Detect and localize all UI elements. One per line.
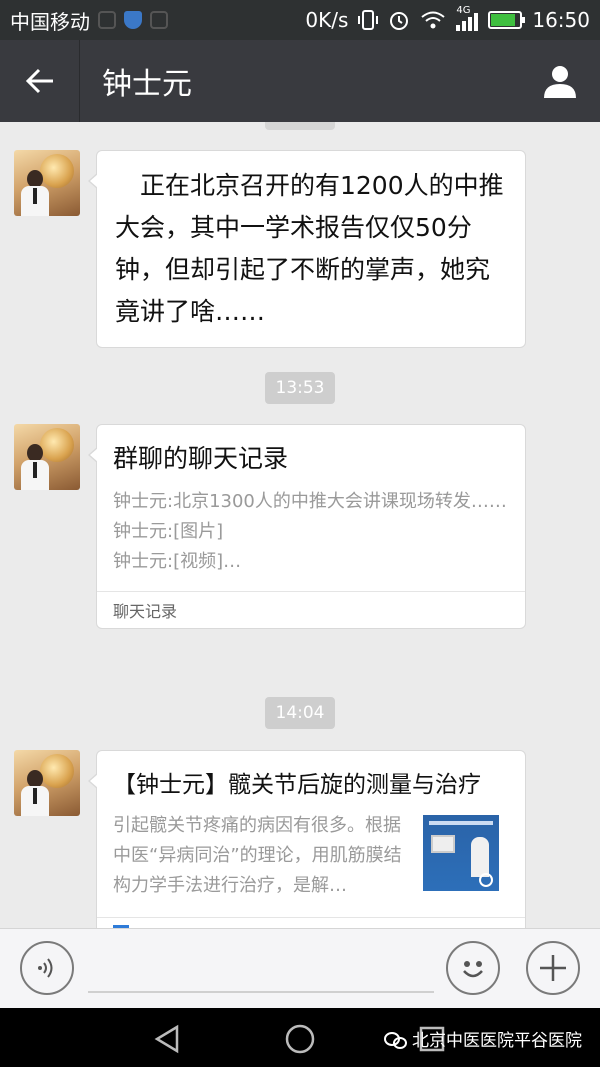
chat-record-preview: 钟士元:北京1300人的中推大会讲课现场转发…… 钟士元:[图片] 钟士元:[视… — [97, 477, 525, 581]
message-text: 正在北京召开的有1200人的中推大会，其中一学术报告仅仅50分钟，但却引起了不断… — [115, 171, 504, 326]
emoji-button[interactable] — [446, 941, 500, 995]
back-button[interactable] — [0, 40, 80, 122]
chat-record-line: 钟士元:[图片] — [113, 521, 224, 542]
chat-info-button[interactable] — [520, 40, 600, 122]
vibrate-icon — [358, 10, 379, 30]
user-profile-icon — [544, 66, 576, 98]
avatar[interactable] — [14, 424, 80, 490]
chat-record-card[interactable]: 群聊的聊天记录 钟士元:北京1300人的中推大会讲课现场转发…… 钟士元:[图片… — [88, 424, 526, 629]
android-back-icon — [154, 1024, 179, 1054]
carrier-name: 中国移动 — [10, 9, 90, 34]
chat-area[interactable]: 正在北京召开的有1200人的中推大会，其中一学术报告仅仅50分钟，但却引起了不断… — [0, 122, 600, 928]
chat-record-footer: 聊天记录 — [97, 591, 525, 628]
watermark-text: 北京中医医院平谷医院 — [412, 1031, 582, 1051]
timestamp: 14:04 — [265, 697, 335, 729]
clock: 16:50 — [532, 8, 590, 32]
android-home-icon — [285, 1024, 315, 1054]
notification-icon — [98, 11, 116, 29]
emoji-icon — [463, 961, 483, 978]
message-bubble[interactable]: 正在北京召开的有1200人的中推大会，其中一学术报告仅仅50分钟，但却引起了不断… — [88, 150, 526, 348]
article-summary: 引起髋关节疼痛的病因有很多。根据中医“异病同治”的理论，用肌筋膜结构力学手法进行… — [113, 815, 402, 896]
back-arrow-icon — [25, 68, 53, 94]
chat-record-line: 钟士元:[视频]… — [113, 551, 242, 572]
system-nav-bar: 北京中医医院平谷医院 — [0, 1008, 600, 1067]
avatar[interactable] — [14, 150, 80, 216]
notification-icon-2 — [150, 11, 168, 29]
article-card[interactable]: 【钟士元】髋关节后旋的测量与治疗 引起髋关节疼痛的病因有很多。根据中医“异病同治… — [88, 750, 526, 928]
timestamp: 13:53 — [265, 372, 335, 404]
chat-record-line: 钟士元:北京1300人的中推大会讲课现场转发…… — [113, 491, 507, 512]
chat-title: 钟士元 — [102, 67, 192, 102]
voice-button[interactable] — [20, 941, 74, 995]
voice-icon — [38, 958, 53, 978]
input-bar — [0, 928, 600, 1008]
alarm-icon — [390, 12, 409, 30]
wifi-icon — [421, 11, 445, 29]
signal-icon: 4G — [456, 5, 479, 31]
message-input[interactable] — [88, 991, 434, 993]
more-button[interactable] — [526, 941, 580, 995]
network-speed: 0K/s — [305, 8, 349, 32]
plus-icon — [540, 955, 566, 981]
system-home-button[interactable] — [283, 1022, 317, 1056]
article-title: 【钟士元】髋关节后旋的测量与治疗 — [113, 772, 481, 798]
chat-record-title: 群聊的聊天记录 — [113, 444, 289, 473]
article-source — [97, 917, 525, 928]
previous-timestamp-chip — [265, 122, 335, 130]
shield-icon — [124, 11, 142, 29]
status-bar: 中国移动 0K/s 4G 16:50 — [0, 0, 600, 40]
avatar[interactable] — [14, 750, 80, 816]
chat-header: 钟士元 — [0, 40, 600, 122]
battery-icon — [488, 11, 526, 29]
article-thumbnail — [423, 815, 499, 891]
wechat-icon — [384, 1030, 407, 1049]
network-type: 4G — [456, 5, 471, 16]
system-back-button[interactable] — [150, 1022, 184, 1056]
watermark: 北京中医医院平谷医院 — [384, 1026, 582, 1051]
